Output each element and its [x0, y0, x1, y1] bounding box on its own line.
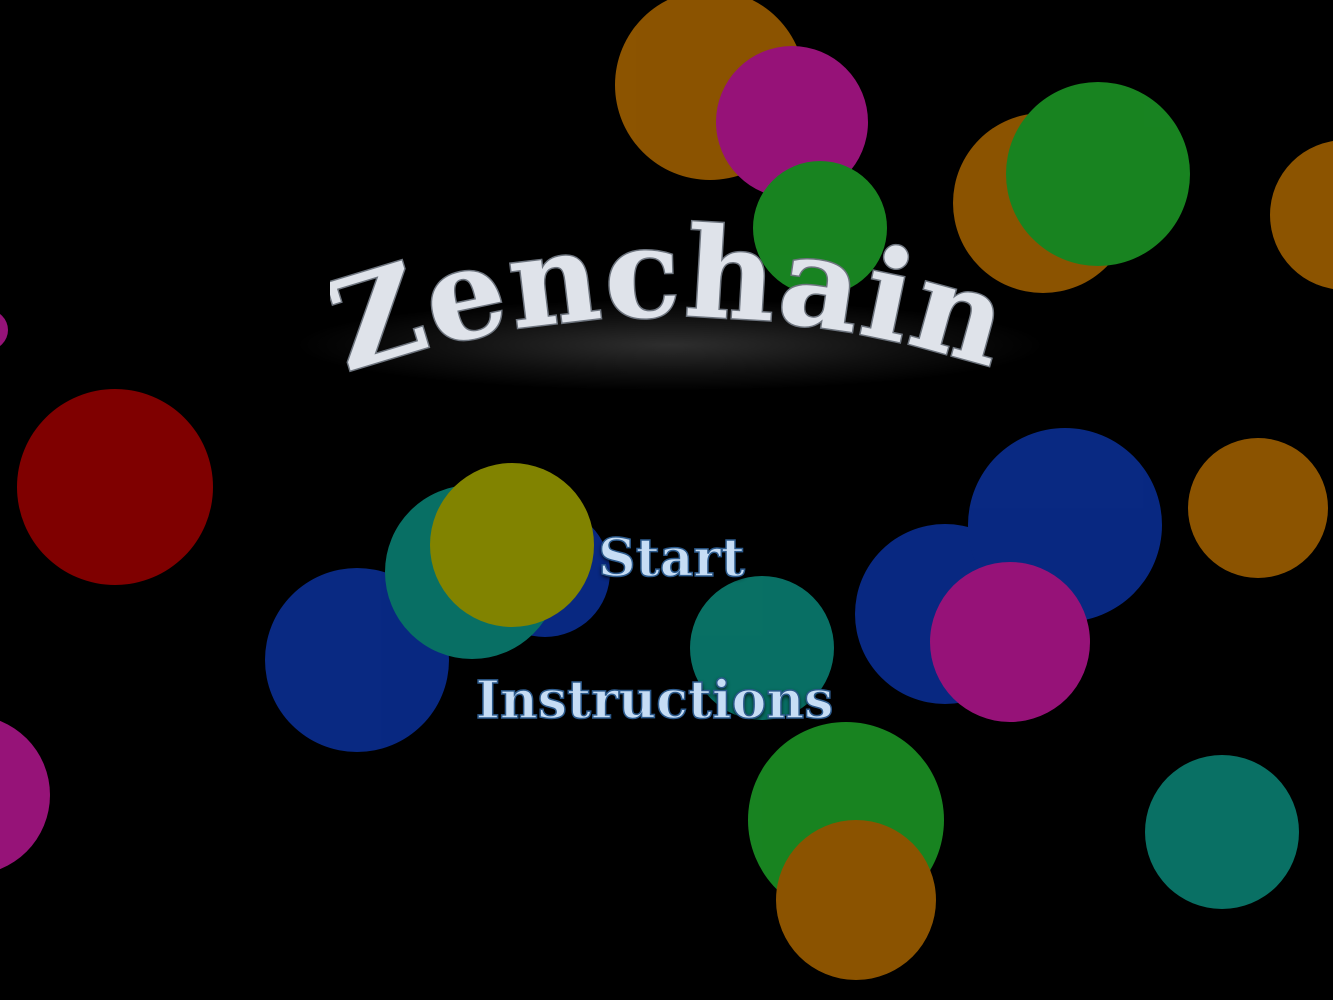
- bubble: [1270, 140, 1333, 290]
- game-title: Zenchain: [330, 200, 1010, 402]
- instructions-label: Instructions: [475, 669, 834, 732]
- instructions-button[interactable]: Instructions: [0, 669, 1333, 732]
- bubble-field: [0, 0, 1333, 980]
- game-screen: Zenchain Start Instructions: [0, 0, 1333, 1000]
- game-title-text: Zenchain: [330, 200, 1010, 402]
- bubble: [1145, 755, 1299, 909]
- start-label: Start: [597, 527, 745, 590]
- bubble: [776, 820, 936, 980]
- svg-text:Zenchain: Zenchain: [330, 200, 1010, 400]
- bubble: [0, 314, 8, 346]
- start-button[interactable]: Start: [0, 527, 1333, 590]
- bubble: [0, 720, 50, 870]
- bubble: [1006, 82, 1190, 266]
